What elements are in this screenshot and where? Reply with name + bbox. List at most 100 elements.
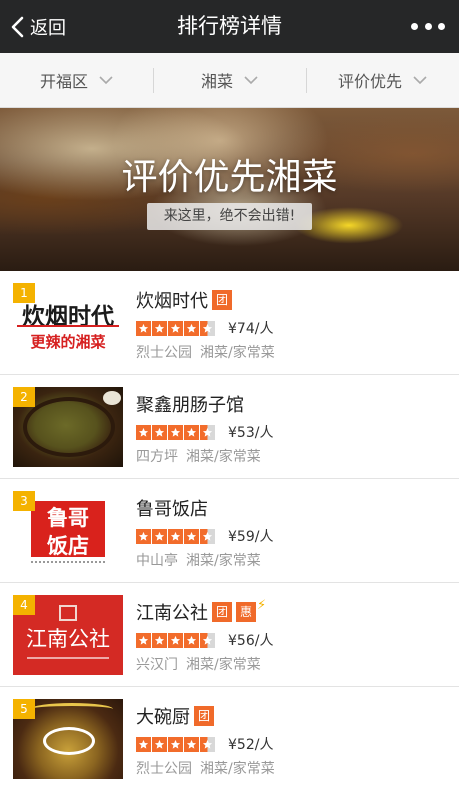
star-rating (136, 632, 216, 648)
star-icon (152, 320, 167, 336)
restaurant-thumbnail: 2 (13, 387, 123, 467)
name-row: 大碗厨 团 (136, 703, 214, 729)
nav-bar: 返回 排行榜详情 (0, 0, 459, 53)
list-item[interactable]: 5 大碗厨 团 ¥52/人 烈士公园 湘菜/家常菜 (0, 687, 459, 789)
food-bowl-image (23, 397, 115, 457)
area-label: 烈士公园 (136, 761, 192, 777)
half-star-icon (200, 736, 215, 752)
chevron-left-icon (11, 16, 24, 37)
discount-tag: 惠 (236, 602, 256, 622)
star-icon (152, 632, 167, 648)
chevron-down-icon (413, 75, 427, 84)
rating-row: ¥53/人 (136, 423, 273, 441)
name-row: 聚鑫朋肠子馆 (136, 391, 244, 417)
list-item[interactable]: 2 聚鑫朋肠子馆 ¥53/人 四方坪 湘菜/家常菜 (0, 375, 459, 479)
star-rating (136, 424, 216, 440)
area-label: 烈士公园 (136, 345, 192, 361)
rating-row: ¥56/人 (136, 631, 273, 649)
filter-label: 评价优先 (337, 72, 402, 91)
rank-badge: 3 (13, 491, 35, 511)
logo-arc (31, 703, 113, 715)
filter-cuisine[interactable]: 湘菜 (153, 53, 306, 107)
half-star-icon (200, 320, 215, 336)
logo-text: 更辣的湘菜 (13, 325, 123, 352)
restaurant-name: 大碗厨 (136, 707, 190, 728)
star-icon (168, 320, 183, 336)
location-row: 四方坪 湘菜/家常菜 (136, 446, 261, 466)
group-buy-tag: 团 (194, 706, 214, 726)
star-rating (136, 528, 216, 544)
logo-divider (27, 657, 109, 659)
logo-badge (43, 727, 95, 755)
price-per-person: ¥74/人 (228, 321, 274, 337)
star-icon (136, 528, 151, 544)
star-rating (136, 320, 216, 336)
back-button[interactable]: 返回 (10, 0, 66, 53)
restaurant-thumbnail: 5 (13, 699, 123, 779)
more-menu-button[interactable] (411, 0, 445, 53)
star-icon (184, 528, 199, 544)
list-item[interactable]: 4 江南公社 江南公社 团 惠 ⚡ ¥56/人 兴汉门 湘菜/家常菜 (0, 583, 459, 687)
star-icon (168, 736, 183, 752)
half-star-icon (200, 424, 215, 440)
ranking-banner: 评价优先湘菜 来这里，绝不会出错! (0, 108, 459, 271)
restaurant-thumbnail: 3 鲁哥 饭店 (13, 491, 123, 571)
filter-district[interactable]: 开福区 (0, 53, 153, 107)
list-item[interactable]: 1 炊烟时代 更辣的湘菜 炊烟时代 团 ¥74/人 烈士公园 湘菜/家常菜 (0, 271, 459, 375)
category-label: 湘菜/家常菜 (186, 553, 261, 569)
rating-row: ¥52/人 (136, 735, 273, 753)
cup-image (103, 391, 121, 405)
filter-label: 开福区 (39, 72, 88, 91)
more-dot-icon (424, 23, 432, 30)
chevron-down-icon (99, 75, 113, 84)
more-dot-icon (438, 23, 445, 30)
restaurant-name: 鲁哥饭店 (136, 499, 208, 520)
price-per-person: ¥53/人 (228, 425, 274, 441)
rating-row: ¥74/人 (136, 319, 273, 337)
lightning-icon: ⚡ (257, 597, 267, 613)
logo-text: 鲁哥 (47, 506, 89, 530)
restaurant-name: 聚鑫朋肠子馆 (136, 395, 244, 416)
area-label: 兴汉门 (136, 657, 178, 673)
name-row: 江南公社 团 惠 ⚡ (136, 597, 267, 625)
group-buy-tag: 团 (212, 602, 232, 622)
area-label: 四方坪 (136, 449, 178, 465)
star-icon (136, 320, 151, 336)
star-icon (184, 320, 199, 336)
banner-subtitle: 来这里，绝不会出错! (147, 203, 312, 230)
half-star-icon (200, 528, 215, 544)
logo-text: 饭店 (47, 534, 89, 558)
category-label: 湘菜/家常菜 (186, 449, 261, 465)
rank-badge: 1 (13, 283, 35, 303)
star-icon (136, 736, 151, 752)
price-per-person: ¥59/人 (228, 529, 274, 545)
more-dot-icon (411, 23, 418, 30)
price-per-person: ¥56/人 (228, 633, 274, 649)
area-label: 中山亭 (136, 553, 178, 569)
group-buy-tag: 团 (212, 290, 232, 310)
page-title: 排行榜详情 (177, 14, 282, 38)
star-icon (168, 528, 183, 544)
name-row: 鲁哥饭店 (136, 495, 208, 521)
rank-badge: 4 (13, 595, 35, 615)
filter-bar: 开福区 湘菜 评价优先 (0, 53, 459, 108)
rank-badge: 2 (13, 387, 35, 407)
rating-row: ¥59/人 (136, 527, 273, 545)
star-icon (168, 424, 183, 440)
banner-title: 评价优先湘菜 (121, 157, 338, 198)
star-icon (184, 736, 199, 752)
category-label: 湘菜/家常菜 (200, 761, 275, 777)
restaurant-thumbnail: 4 江南公社 (13, 595, 123, 675)
restaurant-name: 江南公社 (136, 603, 208, 624)
star-icon (152, 424, 167, 440)
star-icon (152, 528, 167, 544)
logo-seal (59, 605, 77, 621)
restaurant-thumbnail: 1 炊烟时代 更辣的湘菜 (13, 283, 123, 363)
star-icon (184, 424, 199, 440)
chevron-down-icon (244, 75, 258, 84)
restaurant-list: 1 炊烟时代 更辣的湘菜 炊烟时代 团 ¥74/人 烈士公园湘菜/家常菜 2 (0, 271, 459, 789)
filter-sort[interactable]: 评价优先 (306, 53, 459, 107)
location-row: 兴汉门 湘菜/家常菜 (136, 654, 261, 674)
list-item[interactable]: 3 鲁哥 饭店 鲁哥饭店 ¥59/人 中山亭 湘菜/家常菜 (0, 479, 459, 583)
location-row: 烈士公园 湘菜/家常菜 (136, 758, 275, 778)
